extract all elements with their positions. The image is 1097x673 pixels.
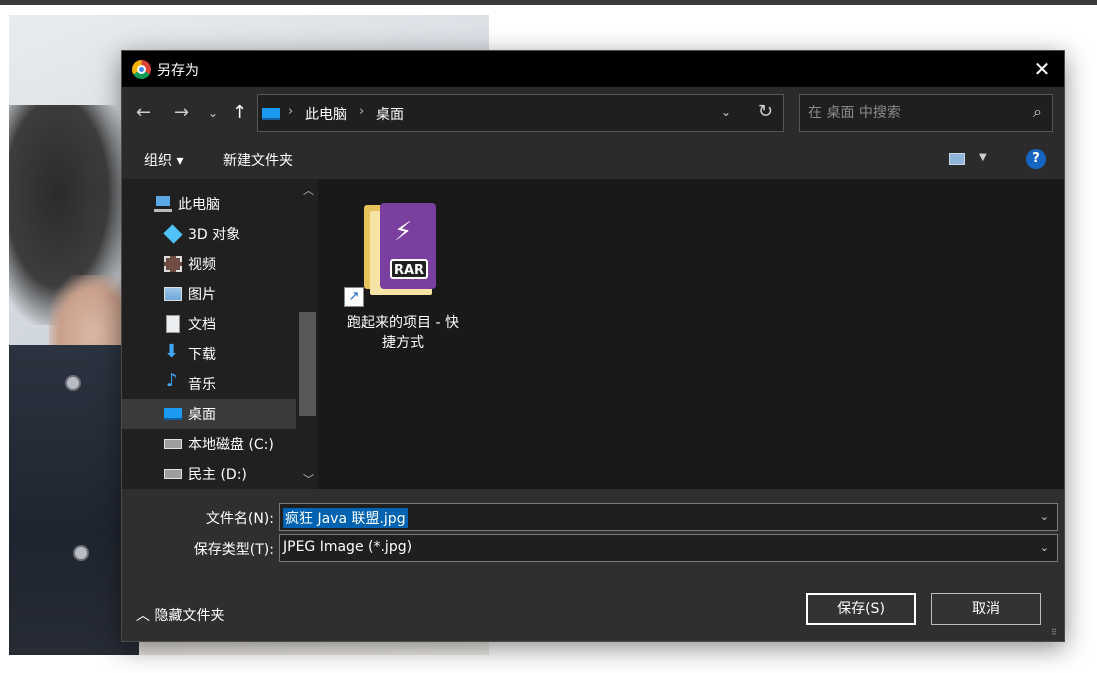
search-input[interactable] xyxy=(808,103,1008,123)
hide-folders-toggle[interactable]: ︿ 隐藏文件夹 xyxy=(136,605,224,625)
photo-jacket xyxy=(9,345,139,655)
scroll-up-chevron-icon[interactable]: ︿ xyxy=(303,182,314,198)
browser-top-bar xyxy=(0,0,1097,5)
sidebar-item-label: 下载 xyxy=(188,347,216,363)
search-box[interactable]: ⌕ xyxy=(799,94,1053,132)
filetype-value[interactable]: JPEG Image (*.jpg) xyxy=(283,539,412,555)
dialog-title: 另存为 xyxy=(157,63,199,79)
computer-icon xyxy=(154,196,172,212)
back-arrow-icon[interactable]: ← xyxy=(136,102,151,123)
rar-badge: RAR xyxy=(390,259,428,279)
address-dropdown-chevron-icon[interactable]: ⌄ xyxy=(721,105,731,119)
sidebar-item-label: 文档 xyxy=(188,317,216,333)
sidebar-item-drive-d[interactable]: 民主 (D:) xyxy=(122,459,296,489)
navigation-bar: ← → ⌄ ↑ › 此电脑 › 桌面 ⌄ ↻ ⌕ xyxy=(122,87,1064,139)
chevron-down-icon[interactable]: ⌄ xyxy=(1040,541,1049,554)
command-toolbar: 组织 ▾ 新建文件夹 ▼ ? xyxy=(122,139,1064,179)
sidebar-item-music[interactable]: ♪ 音乐 xyxy=(122,369,296,399)
sidebar-scrollbar-thumb[interactable] xyxy=(299,312,316,416)
photo-jacket-button xyxy=(73,545,89,561)
breadcrumb-separator-icon[interactable]: › xyxy=(359,104,364,119)
photo-jacket-button xyxy=(65,375,81,391)
breadcrumb-separator-icon[interactable]: › xyxy=(288,104,293,119)
hide-folders-label: 隐藏文件夹 xyxy=(154,608,225,624)
document-icon xyxy=(166,315,180,333)
desktop-icon xyxy=(164,408,182,420)
picture-icon xyxy=(164,287,182,301)
sidebar-item-label: 桌面 xyxy=(188,407,216,423)
save-button[interactable]: 保存(S) xyxy=(806,593,916,625)
video-icon xyxy=(164,256,182,272)
address-bar[interactable]: › 此电脑 › 桌面 ⌄ ↻ xyxy=(257,94,784,132)
sidebar-item-label: 此电脑 xyxy=(178,197,220,213)
filename-input[interactable]: 疯狂 Java 联盟.jpg xyxy=(283,508,408,528)
download-icon: ⬇ xyxy=(164,341,180,362)
dialog-titlebar: 另存为 ✕ xyxy=(122,51,1064,87)
chrome-icon xyxy=(132,60,151,79)
desktop-icon xyxy=(262,108,280,120)
sidebar-item-local-disk-c[interactable]: 本地磁盘 (C:) xyxy=(122,429,296,459)
up-arrow-icon[interactable]: ↑ xyxy=(232,102,247,123)
file-item-shortcut[interactable]: ⚡ RAR ↗ 跑起来的项目 - 快捷方式 xyxy=(342,201,464,351)
drive-icon xyxy=(164,439,182,449)
filename-field[interactable]: 疯狂 Java 联盟.jpg ⌄ xyxy=(279,503,1058,531)
filetype-select[interactable]: JPEG Image (*.jpg) ⌄ xyxy=(279,534,1058,562)
new-folder-button[interactable]: 新建文件夹 xyxy=(223,150,293,170)
cancel-button[interactable]: 取消 xyxy=(931,593,1041,625)
view-options-icon[interactable] xyxy=(949,153,965,165)
sidebar-item-downloads[interactable]: ⬇ 下载 xyxy=(122,339,296,369)
sidebar-item-label: 视频 xyxy=(188,257,216,273)
chevron-up-icon: ︿ xyxy=(136,608,150,624)
view-dropdown-chevron-icon[interactable]: ▼ xyxy=(979,152,987,163)
sidebar-item-label: 音乐 xyxy=(188,377,216,393)
shortcut-arrow-icon: ↗ xyxy=(344,287,364,307)
sidebar-item-label: 图片 xyxy=(188,287,216,303)
breadcrumb-desktop[interactable]: 桌面 xyxy=(376,104,404,124)
sidebar-item-label: 本地磁盘 (C:) xyxy=(188,437,274,453)
resize-grip-icon[interactable]: ⠿ xyxy=(1051,628,1061,638)
save-form-area: 文件名(N): 疯狂 Java 联盟.jpg ⌄ 保存类型(T): JPEG I… xyxy=(122,489,1064,641)
file-list-pane: ⚡ RAR ↗ 跑起来的项目 - 快捷方式 xyxy=(318,179,1064,489)
refresh-icon[interactable]: ↻ xyxy=(758,101,773,122)
filename-label: 文件名(N): xyxy=(205,511,274,527)
sidebar-item-label: 3D 对象 xyxy=(188,227,241,243)
filetype-label: 保存类型(T): xyxy=(193,542,274,558)
organize-menu-button[interactable]: 组织 ▾ xyxy=(144,150,183,170)
sidebar-item-3d-objects[interactable]: 3D 对象 xyxy=(122,219,296,249)
help-icon[interactable]: ? xyxy=(1026,149,1046,169)
sidebar-item-pictures[interactable]: 图片 xyxy=(122,279,296,309)
breadcrumb-this-pc[interactable]: 此电脑 xyxy=(305,104,347,124)
sidebar-item-videos[interactable]: 视频 xyxy=(122,249,296,279)
cube-icon xyxy=(163,224,183,244)
music-icon: ♪ xyxy=(166,370,178,391)
forward-arrow-icon[interactable]: → xyxy=(174,102,189,123)
sidebar-item-desktop[interactable]: 桌面 xyxy=(122,399,296,429)
sidebar-item-documents[interactable]: 文档 xyxy=(122,309,296,339)
save-as-dialog: 另存为 ✕ ← → ⌄ ↑ › 此电脑 › 桌面 ⌄ ↻ ⌕ 组织 ▾ 新建文件… xyxy=(121,50,1065,642)
sidebar-item-this-pc[interactable]: 此电脑 xyxy=(122,189,296,219)
navigation-pane: 此电脑 3D 对象 视频 图片 文档 ⬇ 下载 ♪ 音乐 桌面 本地磁盘 (C:… xyxy=(122,179,318,489)
chevron-down-icon[interactable]: ⌄ xyxy=(1040,510,1049,523)
winrar-icon: ⚡ RAR xyxy=(380,203,436,289)
drive-icon xyxy=(164,469,182,479)
scroll-down-chevron-icon[interactable]: ﹀ xyxy=(303,471,314,487)
close-icon[interactable]: ✕ xyxy=(1020,51,1064,87)
search-icon[interactable]: ⌕ xyxy=(1033,102,1042,122)
lightning-bolt-icon: ⚡ xyxy=(394,217,413,247)
sidebar-item-label: 民主 (D:) xyxy=(188,467,247,483)
recent-locations-chevron-icon[interactable]: ⌄ xyxy=(208,106,218,120)
file-item-label: 跑起来的项目 - 快捷方式 xyxy=(347,315,459,351)
